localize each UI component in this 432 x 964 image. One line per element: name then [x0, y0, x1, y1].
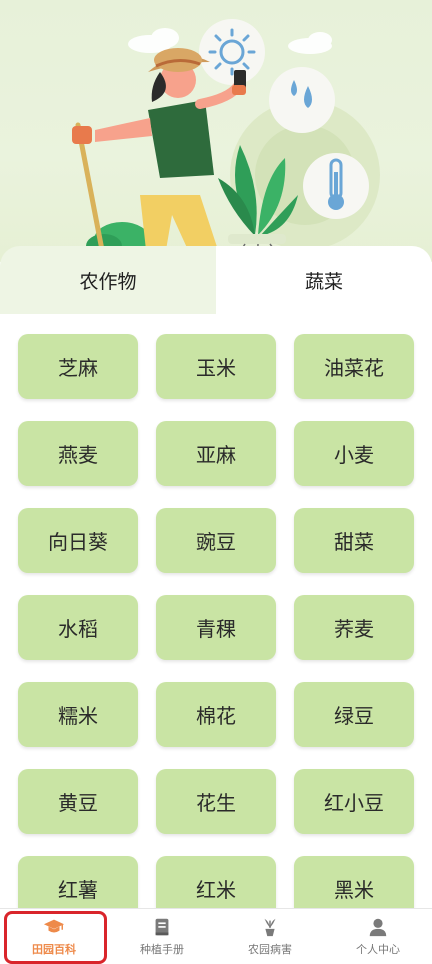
crop-button[interactable]: 绿豆 [294, 682, 414, 747]
crop-button[interactable]: 亚麻 [156, 421, 276, 486]
crop-button[interactable]: 糯米 [18, 682, 138, 747]
crop-button[interactable]: 荞麦 [294, 595, 414, 660]
crop-label: 豌豆 [196, 530, 236, 554]
crop-label: 燕麦 [58, 443, 98, 467]
tab-vegetables[interactable]: 蔬菜 [216, 246, 432, 314]
crop-button[interactable]: 棉花 [156, 682, 276, 747]
crop-label: 红米 [196, 878, 236, 902]
crop-label: 绿豆 [334, 704, 374, 728]
nav-label-encyclopedia: 田园百科 [32, 943, 76, 956]
category-tabs: 农作物 蔬菜 [0, 246, 432, 314]
crop-label: 红薯 [58, 878, 98, 902]
crop-button[interactable]: 红小豆 [294, 769, 414, 834]
crop-button[interactable]: 甜菜 [294, 508, 414, 573]
tab-vegetables-label: 蔬菜 [304, 270, 343, 293]
crop-label: 水稻 [58, 617, 98, 641]
graduation-cap-icon [43, 919, 65, 933]
crop-button[interactable]: 芝麻 [18, 334, 138, 399]
farmer-illustration [72, 19, 380, 261]
nav-item-encyclopedia[interactable]: 田园百科 [0, 909, 108, 964]
nav-label-profile: 个人中心 [356, 943, 400, 956]
crop-button[interactable]: 青稞 [156, 595, 276, 660]
user-icon [369, 918, 387, 937]
crop-button[interactable]: 黑米 [294, 856, 414, 908]
bottom-nav: 田园百科 种植手册 农园病害 个人中心 [0, 908, 432, 964]
crop-button[interactable]: 小麦 [294, 421, 414, 486]
tab-crops[interactable]: 农作物 [0, 246, 216, 314]
crop-button[interactable]: 红薯 [18, 856, 138, 908]
crop-label: 荞麦 [334, 617, 374, 641]
crop-button[interactable]: 燕麦 [18, 421, 138, 486]
crop-label: 甜菜 [334, 530, 374, 554]
crop-grid-area: 芝麻 玉米 油菜花 燕麦 亚麻 小麦 向日葵 豌豆 甜菜 水稻 青稞 荞麦 糯米… [0, 314, 432, 908]
crop-button[interactable]: 油菜花 [294, 334, 414, 399]
crop-button[interactable]: 水稻 [18, 595, 138, 660]
crop-label: 黑米 [334, 878, 374, 902]
crop-label: 黄豆 [58, 791, 98, 815]
crop-button[interactable]: 红米 [156, 856, 276, 908]
crop-label: 向日葵 [48, 530, 108, 554]
crop-label: 芝麻 [58, 356, 98, 380]
book-icon [155, 918, 169, 936]
crop-label: 糯米 [58, 704, 98, 728]
crop-label: 青稞 [196, 617, 236, 641]
nav-item-profile[interactable]: 个人中心 [324, 909, 432, 964]
crop-label: 花生 [196, 791, 236, 815]
potted-plant-icon [264, 918, 276, 937]
crop-label: 油菜花 [324, 356, 384, 380]
crop-label: 红小豆 [324, 791, 384, 815]
crop-label: 棉花 [196, 704, 236, 728]
crop-grid: 芝麻 玉米 油菜花 燕麦 亚麻 小麦 向日葵 豌豆 甜菜 水稻 青稞 荞麦 糯米… [0, 314, 432, 908]
nav-label-diseases: 农园病害 [248, 943, 292, 956]
crop-button[interactable]: 花生 [156, 769, 276, 834]
crop-label: 玉米 [196, 356, 236, 380]
crop-label: 亚麻 [196, 443, 236, 467]
crop-label: 小麦 [334, 443, 374, 467]
nav-label-handbook: 种植手册 [140, 943, 184, 956]
tab-crops-label: 农作物 [79, 270, 137, 293]
crop-button[interactable]: 豌豆 [156, 508, 276, 573]
crop-button[interactable]: 黄豆 [18, 769, 138, 834]
nav-item-handbook[interactable]: 种植手册 [108, 909, 216, 964]
crop-button[interactable]: 向日葵 [18, 508, 138, 573]
crop-button[interactable]: 玉米 [156, 334, 276, 399]
hero-illustration [0, 0, 432, 262]
nav-item-diseases[interactable]: 农园病害 [216, 909, 324, 964]
